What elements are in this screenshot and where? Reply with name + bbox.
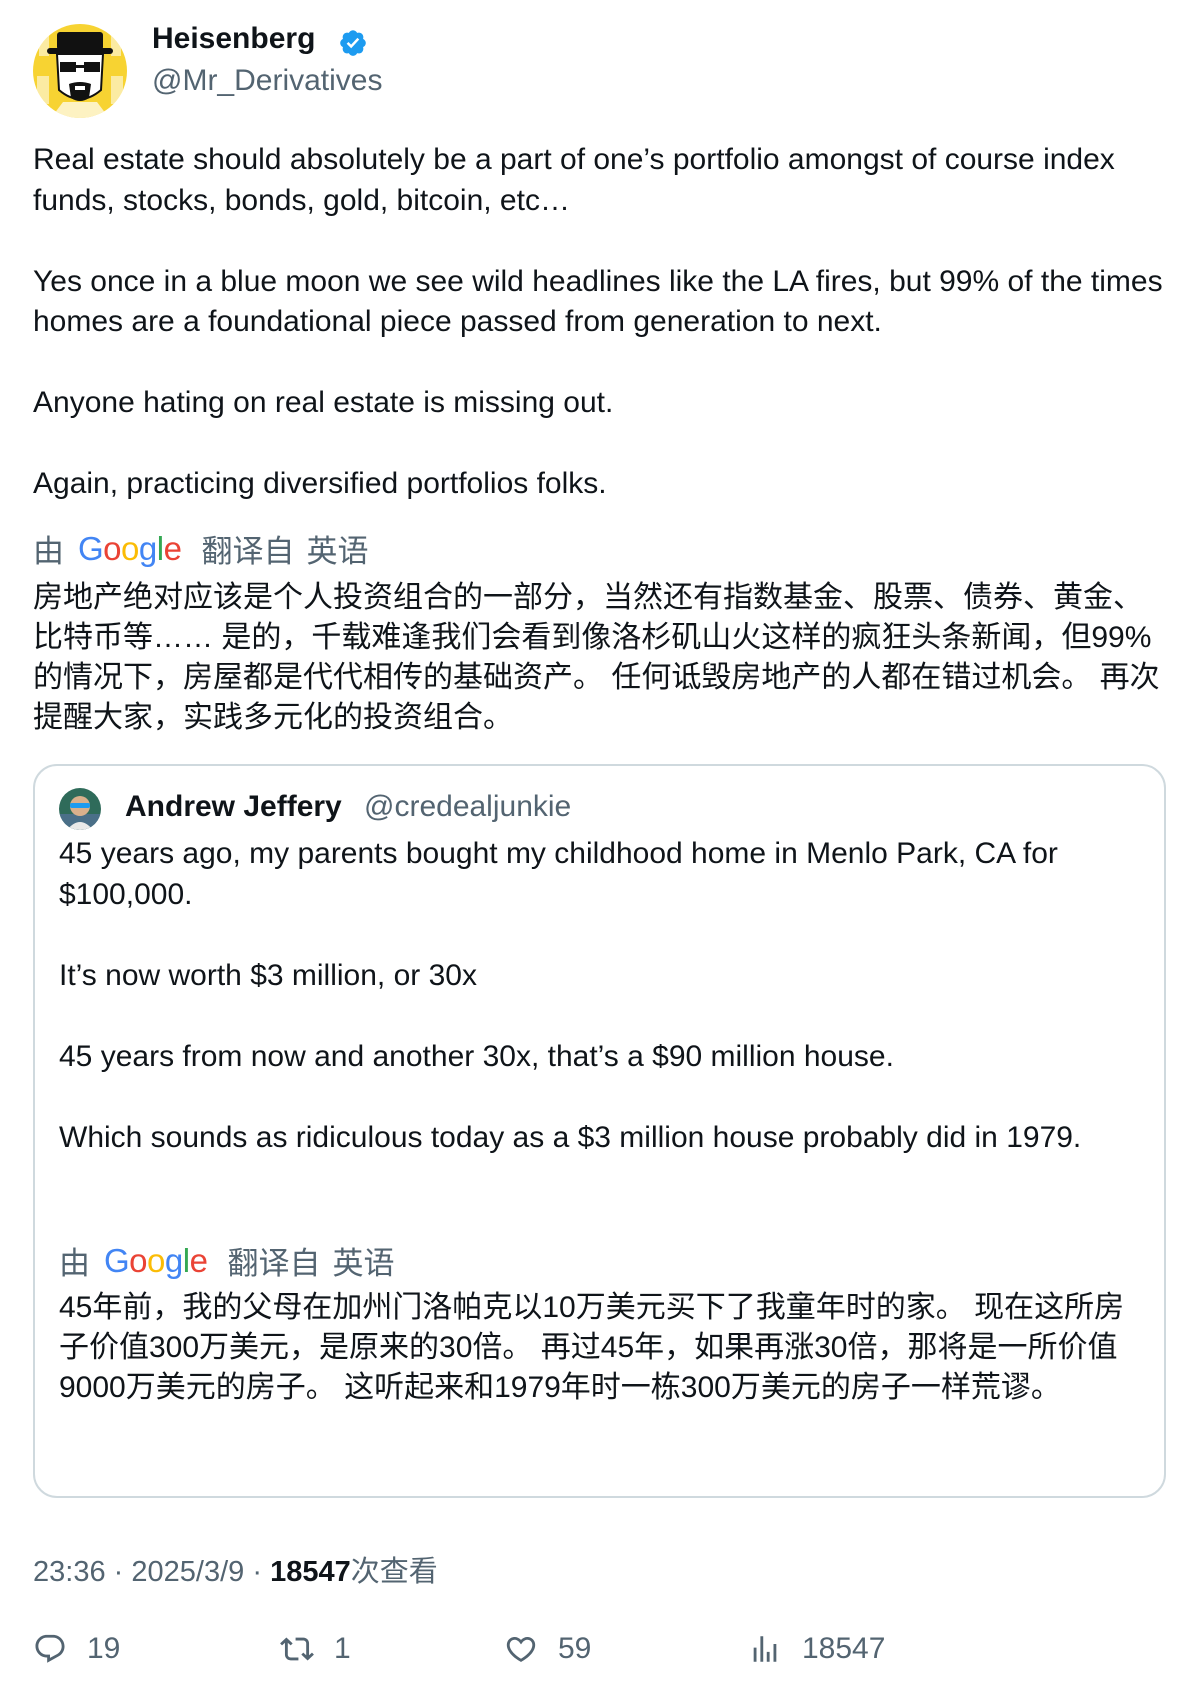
quoted-tweet-text: 45 years ago, my parents bought my child… [59, 834, 1139, 1158]
quoted-paragraph: Which sounds as ridiculous today as a $3… [59, 1120, 1082, 1154]
author-handle[interactable]: @Mr_Derivatives [152, 64, 383, 98]
source-language-link[interactable]: 英语 [306, 526, 368, 571]
tweet-meta: 23:36 · 2025/3/9 · 18547次查看 [33, 1548, 438, 1590]
translated-text: 房地产绝对应该是个人投资组合的一部分，当然还有指数基金、股票、债券、黄金、比特币… [33, 581, 1160, 734]
author-name[interactable]: Heisenberg [152, 22, 315, 56]
quoted-translated-text: 45年前，我的父母在加州门洛帕克以10万美元买下了我童年时的家。 现在这所房子价… [59, 1291, 1125, 1404]
quoted-paragraph: It’s now worth $3 million, or 30x [59, 958, 477, 992]
meta-separator: · [113, 1556, 124, 1588]
author-avatar[interactable] [33, 24, 127, 118]
reply-button[interactable]: 19 [33, 1632, 120, 1666]
quoted-author-name: Andrew Jeffery [125, 790, 342, 823]
heisenberg-avatar-icon [33, 24, 127, 118]
views-action-count: 18547 [802, 1632, 886, 1665]
retweet-count: 1 [334, 1632, 351, 1665]
google-logo: Google [78, 529, 182, 567]
translation-by-label: 由 [59, 1246, 90, 1281]
tweet-paragraph: Anyone hating on real estate is missing … [33, 386, 614, 419]
views-label: 次查看 [350, 1556, 438, 1588]
like-count: 59 [558, 1632, 592, 1665]
like-button[interactable]: 59 [504, 1632, 591, 1666]
heart-icon [506, 1636, 536, 1662]
google-logo: Google [104, 1241, 208, 1279]
reply-count: 19 [87, 1632, 121, 1665]
quoted-paragraph: 45 years from now and another 30x, that’… [59, 1039, 894, 1073]
tweet-date[interactable]: 2025/3/9 [131, 1556, 244, 1588]
quoted-translation-attribution: 由 Google 翻译自 英语 [59, 1238, 394, 1283]
translated-from-link[interactable]: 翻译自 [227, 1238, 320, 1283]
source-language-link[interactable]: 英语 [332, 1238, 394, 1283]
retweet-button[interactable]: 1 [280, 1632, 351, 1666]
verified-badge-icon [340, 30, 366, 56]
tweet-time[interactable]: 23:36 [33, 1556, 106, 1588]
tweet-paragraph: Again, practicing diversified portfolios… [33, 467, 607, 500]
quoted-author-handle: @credealjunkie [364, 790, 572, 823]
meta-separator: · [252, 1556, 262, 1588]
andrew-avatar-icon [59, 788, 101, 830]
translation-attribution: 由 Google 翻译自 英语 [33, 526, 368, 571]
translated-from-link[interactable]: 翻译自 [201, 526, 294, 571]
reply-icon [35, 1634, 65, 1663]
quoted-author-avatar [59, 788, 101, 830]
tweet-detail: Heisenberg @Mr_Derivatives Real estate s… [0, 0, 1196, 1696]
tweet-paragraph: Yes once in a blue moon we see wild head… [33, 264, 1163, 339]
quoted-tweet-card[interactable]: Andrew Jeffery @credealjunkie 45 years a… [33, 764, 1166, 1498]
views-count: 18547 [270, 1556, 351, 1588]
views-button[interactable]: 18547 [748, 1632, 885, 1666]
analytics-icon [753, 1636, 777, 1662]
retweet-icon [280, 1637, 314, 1661]
tweet-paragraph: Real estate should absolutely be a part … [33, 143, 1115, 217]
quoted-paragraph: 45 years ago, my parents bought my child… [59, 837, 1058, 911]
tweet-text: Real estate should absolutely be a part … [33, 140, 1168, 505]
translation-by-label: 由 [33, 534, 64, 569]
